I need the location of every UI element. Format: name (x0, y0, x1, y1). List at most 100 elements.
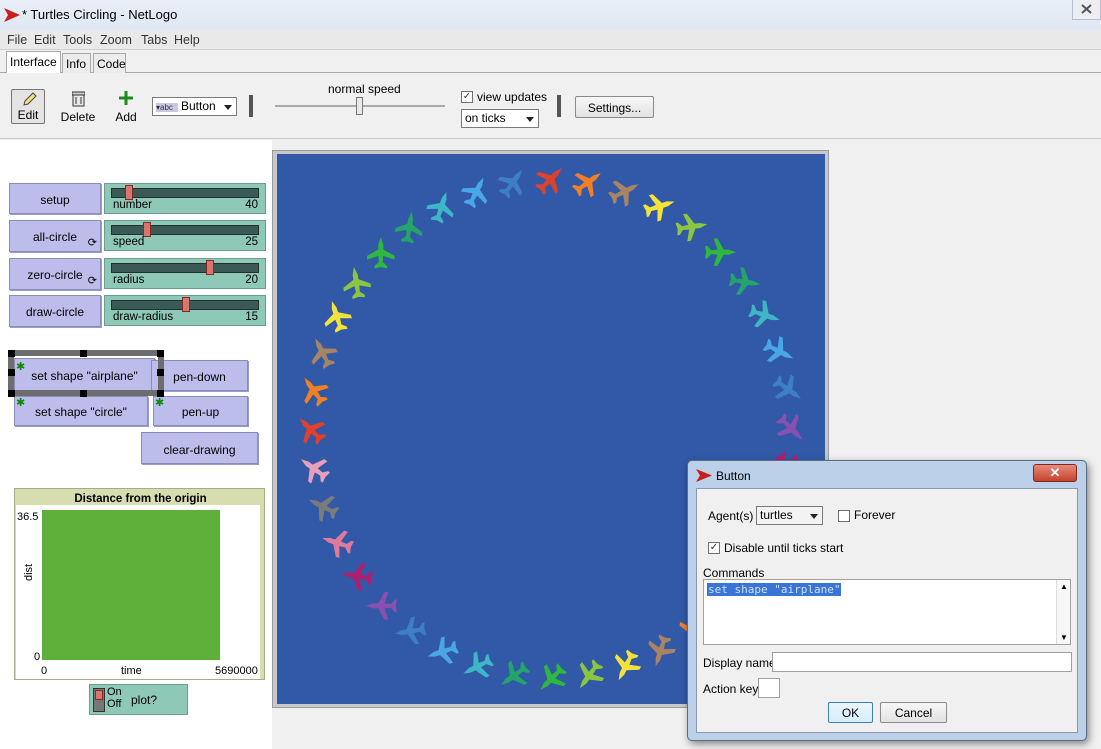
ok-button[interactable]: OK (828, 702, 873, 723)
menu-zoom[interactable]: Zoom (100, 33, 132, 47)
title-bar: * Turtles Circling - NetLogo (0, 0, 1101, 30)
draw-radius-slider[interactable]: draw-radius 15 (104, 295, 266, 326)
turtle-airplane (614, 649, 642, 681)
turtle-airplane (501, 660, 531, 686)
turtle-airplane (460, 177, 488, 209)
slider-track (111, 188, 259, 198)
action-key-label: Action key (703, 682, 759, 696)
slider-thumb[interactable] (143, 222, 151, 237)
window-close-button[interactable] (1072, 0, 1101, 20)
display-name-label: Display name (703, 656, 776, 670)
slider-track (111, 225, 259, 235)
resize-handle[interactable] (8, 350, 15, 357)
cancel-button[interactable]: Cancel (880, 702, 947, 723)
tab-interface[interactable]: Interface (6, 51, 61, 73)
forever-checkbox[interactable] (838, 510, 850, 522)
disabled-marker-icon: ✱ (155, 397, 165, 409)
switch-toggle[interactable] (93, 688, 105, 712)
plot-ymin: 0 (34, 651, 41, 663)
disable-until-ticks-checkbox[interactable]: ✓ (708, 542, 720, 554)
menu-file[interactable]: File (7, 33, 27, 47)
menu-tools[interactable]: Tools (63, 33, 92, 47)
resize-handle[interactable] (80, 390, 87, 397)
turtle-airplane (367, 237, 395, 269)
scroll-down-icon[interactable]: ▼ (1060, 633, 1068, 642)
delete-button[interactable]: Delete (60, 90, 96, 124)
window-title: * Turtles Circling - NetLogo (22, 7, 178, 22)
turtle-airplane (675, 213, 708, 242)
pen-up-button[interactable]: pen-up (153, 396, 248, 426)
slider-thumb[interactable] (125, 185, 133, 200)
turtle-airplane (728, 267, 761, 295)
tab-code[interactable]: Code (93, 53, 126, 73)
commands-scrollbar[interactable]: ▲ ▼ (1056, 580, 1070, 644)
clear-drawing-button[interactable]: clear-drawing (141, 432, 258, 464)
menu-help[interactable]: Help (174, 33, 200, 47)
turtle-airplane (341, 563, 374, 591)
plot-ymax: 36.5 (17, 511, 39, 523)
resize-handle[interactable] (80, 350, 87, 357)
interface-panel: setup number 40 all-circle ⟳ speed 25 ze… (0, 140, 272, 749)
turtle-airplane (775, 413, 803, 440)
turtle-airplane (308, 495, 340, 522)
edit-button[interactable]: Edit (11, 89, 45, 124)
widget-type-dropdown[interactable]: ▾abc Button (152, 97, 237, 116)
dialog-close-button[interactable]: ✕ (1033, 464, 1077, 482)
slider-value: 15 (245, 311, 258, 323)
resize-handle[interactable] (157, 390, 164, 397)
setup-button[interactable]: setup (9, 183, 101, 214)
turtle-airplane (762, 336, 794, 363)
settings-button[interactable]: Settings... (575, 96, 654, 118)
slider-thumb[interactable] (206, 260, 214, 275)
button-label: all-circle (32, 230, 77, 244)
netlogo-logo-icon (696, 469, 712, 482)
slider-thumb[interactable] (182, 297, 190, 312)
resize-handle[interactable] (8, 369, 15, 376)
set-shape-circle-button[interactable]: set shape "circle" (14, 396, 148, 426)
turtle-airplane (311, 338, 338, 370)
plot-switch[interactable]: On Off plot? (89, 684, 188, 715)
scroll-up-icon[interactable]: ▲ (1060, 582, 1068, 591)
pen-down-button[interactable]: pen-down (151, 360, 248, 391)
turtle-airplane (748, 300, 780, 328)
turtle-airplane (571, 172, 601, 198)
add-button[interactable]: Add (110, 90, 142, 124)
dialog-body: Agent(s) turtles Forever ✓ Disable until… (696, 488, 1078, 733)
turtle-airplane (365, 592, 398, 620)
zero-circle-button[interactable]: zero-circle ⟳ (9, 258, 101, 290)
agents-dropdown[interactable]: turtles (756, 506, 823, 525)
action-key-field[interactable] (758, 678, 780, 698)
draw-circle-button[interactable]: draw-circle (9, 295, 101, 327)
turtle-airplane (608, 180, 639, 207)
disable-until-ticks-label: Disable until ticks start (724, 541, 844, 555)
turtle-airplane (704, 238, 737, 266)
speed-slider-thumb[interactable] (356, 97, 363, 115)
plot-xmax: 5690000 (215, 665, 258, 677)
resize-handle[interactable] (8, 390, 15, 397)
disabled-marker-icon: ✱ (16, 397, 26, 409)
update-mode-dropdown[interactable]: on ticks (461, 109, 539, 128)
all-circle-button[interactable]: all-circle ⟳ (9, 220, 101, 252)
number-slider[interactable]: number 40 (104, 183, 266, 214)
speed-label: normal speed (328, 82, 401, 96)
turtle-airplane (579, 659, 605, 689)
chevron-down-icon (224, 105, 232, 110)
turtle-airplane (535, 168, 562, 195)
resize-handle[interactable] (157, 369, 164, 376)
display-name-field[interactable] (772, 652, 1072, 672)
distance-plot[interactable]: Distance from the origin 36.5 0 dist 0 t… (14, 488, 265, 680)
tab-info[interactable]: Info (62, 53, 91, 73)
commands-label: Commands (703, 566, 765, 580)
speed-slider[interactable]: speed 25 (104, 220, 266, 251)
update-mode-value: on ticks (465, 111, 506, 125)
menu-tabs[interactable]: Tabs (141, 33, 167, 47)
edit-label: Edit (17, 108, 39, 122)
commands-textarea[interactable]: set shape "airplane" ▲ ▼ (703, 579, 1071, 645)
slider-name: number (113, 199, 152, 211)
view-updates-checkbox[interactable]: ✓ (461, 91, 473, 103)
menu-edit[interactable]: Edit (34, 33, 56, 47)
resize-handle[interactable] (157, 350, 164, 357)
tab-bar: Interface Info Code (0, 51, 1101, 73)
radius-slider[interactable]: radius 20 (104, 258, 266, 289)
turtle-airplane (301, 459, 331, 484)
